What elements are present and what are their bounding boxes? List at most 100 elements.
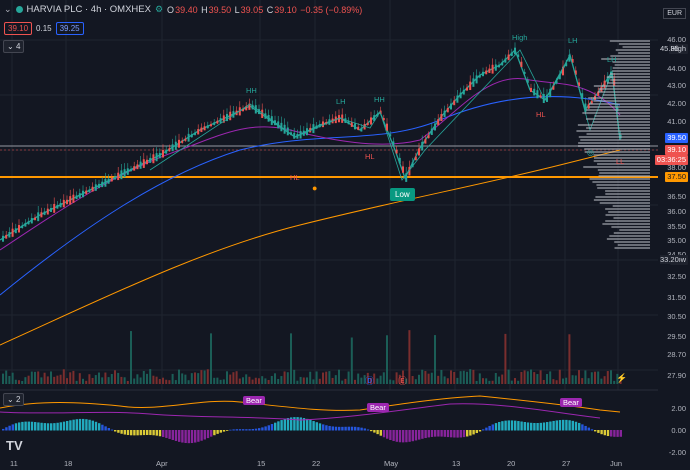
price-chart[interactable] <box>0 0 658 458</box>
volume-bar <box>478 373 481 384</box>
volume-bar <box>88 374 91 384</box>
time-axis[interactable]: 11 18 Apr 15 22 May 13 20 27 Jun <box>0 458 658 470</box>
osc-bar <box>395 430 398 442</box>
osc-bar <box>331 426 334 431</box>
candle <box>219 118 222 124</box>
volume-bar <box>258 378 260 384</box>
label-hl: HL <box>365 152 375 161</box>
volume-profile-bar <box>613 232 650 234</box>
volume-bar <box>139 377 142 384</box>
volume-profile-bar <box>583 166 650 168</box>
event-icon[interactable]: ● <box>312 183 317 193</box>
osc-bar <box>411 430 414 442</box>
price-axis[interactable]: EUR 46.00 High 44.00 43.00 42.00 41.00 3… <box>654 0 690 458</box>
alert-icon[interactable]: ◎ <box>587 148 594 157</box>
candle <box>184 138 187 141</box>
osc-bar <box>382 430 386 438</box>
volume-profile-bar <box>598 175 650 177</box>
volume-profile-bar <box>589 106 650 108</box>
candle <box>488 68 491 74</box>
volume-bar <box>606 371 609 384</box>
volume-profile-bar <box>576 130 650 132</box>
osc-bar <box>14 423 18 431</box>
osc-bar <box>482 429 485 431</box>
candle <box>520 61 523 68</box>
candle <box>30 218 33 224</box>
candle <box>85 190 88 195</box>
volume-bar <box>578 370 580 384</box>
time-label: 20 <box>507 459 516 468</box>
tick-label: 36.00 <box>667 207 686 216</box>
candle <box>2 235 4 242</box>
label-high: High <box>512 33 528 42</box>
candle <box>114 176 116 180</box>
osc-bar <box>251 429 254 431</box>
dividend-icon[interactable]: Ⓓ <box>365 374 374 387</box>
symbol-title[interactable]: HARVIA PLC · 4h · OMXHEX <box>27 4 151 15</box>
indicators-toggle[interactable]: ⌄ 4 <box>3 40 25 53</box>
candle <box>354 123 356 130</box>
level-badge: 37.50 <box>665 172 688 182</box>
volume-profile-bar <box>577 124 650 126</box>
osc-bar <box>21 421 24 431</box>
volume-bar <box>40 377 43 384</box>
candle <box>120 170 123 180</box>
volume-bar <box>107 377 110 384</box>
volume-profile-bar <box>609 235 650 237</box>
volume-bar <box>21 380 24 384</box>
osc-bar <box>475 430 478 434</box>
osc-bar <box>494 423 498 431</box>
level-badge: 39.50 <box>665 133 688 143</box>
osc-bar <box>88 419 91 431</box>
label-hh: HH <box>374 95 385 104</box>
tradingview-logo[interactable]: TV <box>6 438 23 453</box>
time-label: 18 <box>64 459 73 468</box>
volume-bar <box>254 377 257 384</box>
low-value: 33.20 <box>660 255 679 264</box>
osc-bar <box>126 430 130 436</box>
oscillator-toggle[interactable]: ⌄ 2 <box>3 393 25 406</box>
volume-profile-bar <box>618 43 650 45</box>
osc-bar <box>594 430 597 432</box>
osc-bar <box>408 430 411 442</box>
volume-bar <box>392 380 395 384</box>
chevron-down-icon[interactable]: ⌄ <box>4 4 12 15</box>
settings-icon[interactable]: ⚙ <box>155 4 163 15</box>
candle <box>187 133 190 142</box>
bid-ask-row: 39.10 0.15 39.25 <box>4 22 84 35</box>
volume-bar <box>75 380 78 384</box>
candle <box>69 196 72 205</box>
volume-bar <box>376 378 379 384</box>
currency-button[interactable]: EUR <box>663 8 686 19</box>
candle <box>146 159 148 165</box>
osc-bar <box>520 421 523 431</box>
osc-bar <box>94 421 98 431</box>
volume-bar <box>482 378 484 384</box>
osc-bar <box>197 430 200 442</box>
volume-bar <box>594 371 596 384</box>
volume-bar <box>146 373 148 384</box>
candle <box>370 117 372 125</box>
earnings-icon[interactable]: Ⓔ <box>398 374 407 387</box>
volume-bar <box>123 377 126 384</box>
candle <box>136 164 139 170</box>
tick-label: 35.00 <box>667 236 686 245</box>
bid-button[interactable]: 39.10 <box>4 22 33 35</box>
osc-bar <box>53 423 56 431</box>
volume-profile-bar <box>597 91 650 93</box>
osc-bar <box>616 430 619 437</box>
osc-bar <box>386 430 389 439</box>
volume-profile-bar <box>595 196 650 198</box>
volume-bar <box>504 333 507 384</box>
ask-button[interactable]: 39.25 <box>55 22 84 35</box>
lightning-icon[interactable]: ⚡ <box>616 373 627 384</box>
candle <box>389 134 392 137</box>
time-label: Jun <box>610 459 623 468</box>
osc-bar <box>78 418 82 431</box>
volume-bar <box>190 373 193 384</box>
volume-bar <box>200 370 203 384</box>
osc-bar <box>453 430 456 438</box>
osc-bar <box>328 425 331 431</box>
osc-bar <box>155 430 158 436</box>
volume-bar <box>450 370 452 384</box>
